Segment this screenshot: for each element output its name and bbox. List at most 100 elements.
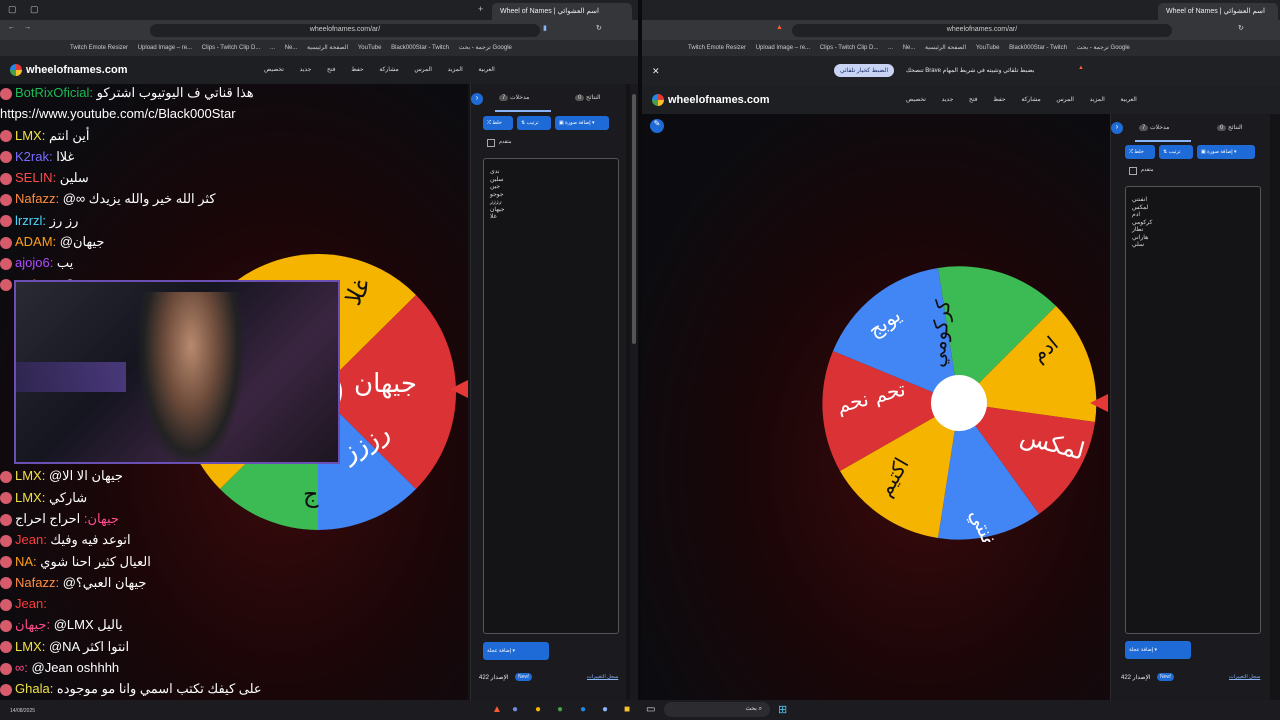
folder-taskbar-icon[interactable]: ■ [624,704,630,715]
tab-list-icon[interactable]: ▢ [30,4,39,15]
set-default-button[interactable]: الضبط كخيار تلقائي [834,64,894,77]
menu-gallery[interactable]: المرس [1056,96,1074,103]
chat-username[interactable]: lrzrzl: [15,213,50,228]
chat-username[interactable]: LMX: [15,639,49,654]
chat-username[interactable]: جيهان: [80,511,119,526]
wheel-center[interactable] [931,375,987,431]
chat-username[interactable]: ∞: [15,660,32,675]
advanced-checkbox[interactable] [487,139,495,147]
reload-icon[interactable]: ↻ [1238,24,1244,32]
chat-username[interactable]: LMX: [15,490,49,505]
menu-gallery[interactable]: المرس [414,66,432,73]
window-menu-icon[interactable]: ▢ [8,4,17,15]
chrome-taskbar-icon[interactable]: ● [557,704,563,715]
task-view-icon[interactable]: ▭ [646,704,655,715]
tab-entries[interactable]: مدخلات 7 [1139,124,1169,131]
site-logo[interactable]: wheelofnames.com [652,94,769,107]
chat-username[interactable]: ADAM: [15,234,60,249]
menu-open[interactable]: فتح [327,66,336,73]
chat-username[interactable]: Nafazz: [15,575,63,590]
menu-new[interactable]: جديد [942,96,954,103]
chat-username[interactable]: Jean: [15,532,50,547]
tab-wheel-of-names[interactable]: Wheel of Names | اسم العشوائي [492,3,632,20]
menu-open[interactable]: فتح [969,96,978,103]
bookmark-item[interactable]: YouTube [358,45,382,51]
chat-username[interactable]: Ghala: [15,681,57,696]
bookmark-item[interactable]: Twitch Emote Resizer [70,45,128,51]
menu-share[interactable]: مشاركة [379,66,398,73]
close-notice-icon[interactable]: ✕ [652,66,660,77]
edit-icon[interactable]: ✎ [650,119,664,133]
app-taskbar-icon[interactable]: ● [535,704,541,715]
site-logo[interactable]: wheelofnames.com [10,64,127,77]
changelog-link[interactable]: سجل التغييرات [587,674,618,680]
entries-textarea[interactable]: ندى سلين جين جوجو رززز جيهان غلا [483,158,619,634]
chat-username[interactable]: جيهان: [15,617,54,632]
chat-username[interactable]: ajojo6: [15,255,57,270]
chat-username[interactable]: Nafazz: [15,191,63,206]
advanced-checkbox[interactable] [1129,167,1137,175]
add-wheel-button[interactable]: إضافة عجلة ▾ [1125,641,1191,659]
bookmark-icon[interactable]: ▮ [543,24,547,32]
menu-language[interactable]: العربية [478,66,494,73]
chat-username[interactable]: LMX: [15,128,49,143]
scrollbar[interactable] [630,84,638,700]
changelog-link[interactable]: سجل التغييرات [1229,674,1260,680]
bookmark-item[interactable]: YouTube [976,45,1000,51]
tab-entries[interactable]: مدخلات 7 [499,94,529,101]
bookmark-item[interactable]: Upload Image – re... [138,45,192,51]
bookmark-item[interactable]: ترجمة - بحث Google [1077,44,1130,51]
menu-more[interactable]: المزيد [448,66,463,73]
bookmark-item[interactable]: Black000Star - Twitch [391,45,449,51]
chat-username[interactable]: BotRixOficial: [15,85,97,100]
chat-username[interactable]: SELIN: [15,170,60,185]
app-taskbar-icon[interactable]: ● [602,704,608,715]
chat-username[interactable]: Jean: [15,596,47,611]
new-tab-icon[interactable]: + [478,4,483,14]
chat-username[interactable]: K2rak: [15,149,56,164]
bookmark-item[interactable]: Ne... [903,45,916,51]
bookmark-item[interactable]: ترجمة - بحث Google [459,44,512,51]
bookmark-item[interactable]: Ne... [285,45,298,51]
bookmark-item[interactable]: الصفحة الرئيسية [307,44,348,51]
url-field[interactable]: wheelofnames.com/ar/ [792,24,1172,37]
entries-textarea[interactable]: انفنتي لمكس ادم كركومي نطاز هاراني سلي [1125,186,1261,634]
discord-taskbar-icon[interactable]: ● [512,704,518,715]
scrollbar-thumb[interactable] [632,94,636,344]
sort-button[interactable]: ⇅ ترتيب [1159,145,1193,159]
back-icon[interactable]: ← [8,24,15,31]
tab-results[interactable]: النتائج 0 [1217,124,1243,131]
menu-customize[interactable]: تخصيص [264,66,284,73]
bookmark-item[interactable]: Clips - Twitch Clip D... [202,45,261,51]
menu-language[interactable]: العربية [1120,96,1136,103]
brave-shield-icon[interactable]: ▲ [776,24,783,31]
taskbar-search[interactable]: بحث ⌕ [664,702,770,717]
tab-wheel-of-names[interactable]: Wheel of Names | اسم العشوائي [1158,3,1278,20]
add-image-button[interactable]: ▣ إضافة صورة ▾ [1197,145,1255,159]
bookmark-item[interactable]: Black000Star - Twitch [1009,45,1067,51]
menu-more[interactable]: المزيد [1090,96,1105,103]
menu-share[interactable]: مشاركة [1021,96,1040,103]
reload-icon[interactable]: ↻ [596,24,602,32]
brave-taskbar-icon[interactable]: ▲ [492,704,502,715]
url-field[interactable]: wheelofnames.com/ar/ [150,24,540,37]
bookmark-item[interactable]: Twitch Emote Resizer [688,45,746,51]
edge-taskbar-icon[interactable]: ● [580,704,586,715]
bookmark-item[interactable]: Upload Image – re... [756,45,810,51]
bookmark-item[interactable]: ... [888,45,893,51]
bookmark-item[interactable]: Clips - Twitch Clip D... [820,45,879,51]
bookmark-item[interactable]: الصفحة الرئيسية [925,44,966,51]
menu-customize[interactable]: تخصيص [906,96,926,103]
menu-save[interactable]: حفظ [351,66,363,73]
chat-username[interactable]: LMX: [15,468,49,483]
menu-new[interactable]: جديد [300,66,312,73]
menu-save[interactable]: حفظ [993,96,1005,103]
windows-start-icon[interactable]: ⊞ [778,703,787,716]
bookmark-item[interactable]: ... [270,45,275,51]
shuffle-button[interactable]: ⤮ خلط [1125,145,1155,159]
add-image-button[interactable]: ▣ إضافة صورة ▾ [555,116,609,130]
add-wheel-button[interactable]: إضافة عجلة ▾ [483,642,549,660]
shuffle-button[interactable]: ⤮ خلط [483,116,513,130]
chat-username[interactable]: NA: [15,554,40,569]
forward-icon[interactable]: → [24,24,31,31]
